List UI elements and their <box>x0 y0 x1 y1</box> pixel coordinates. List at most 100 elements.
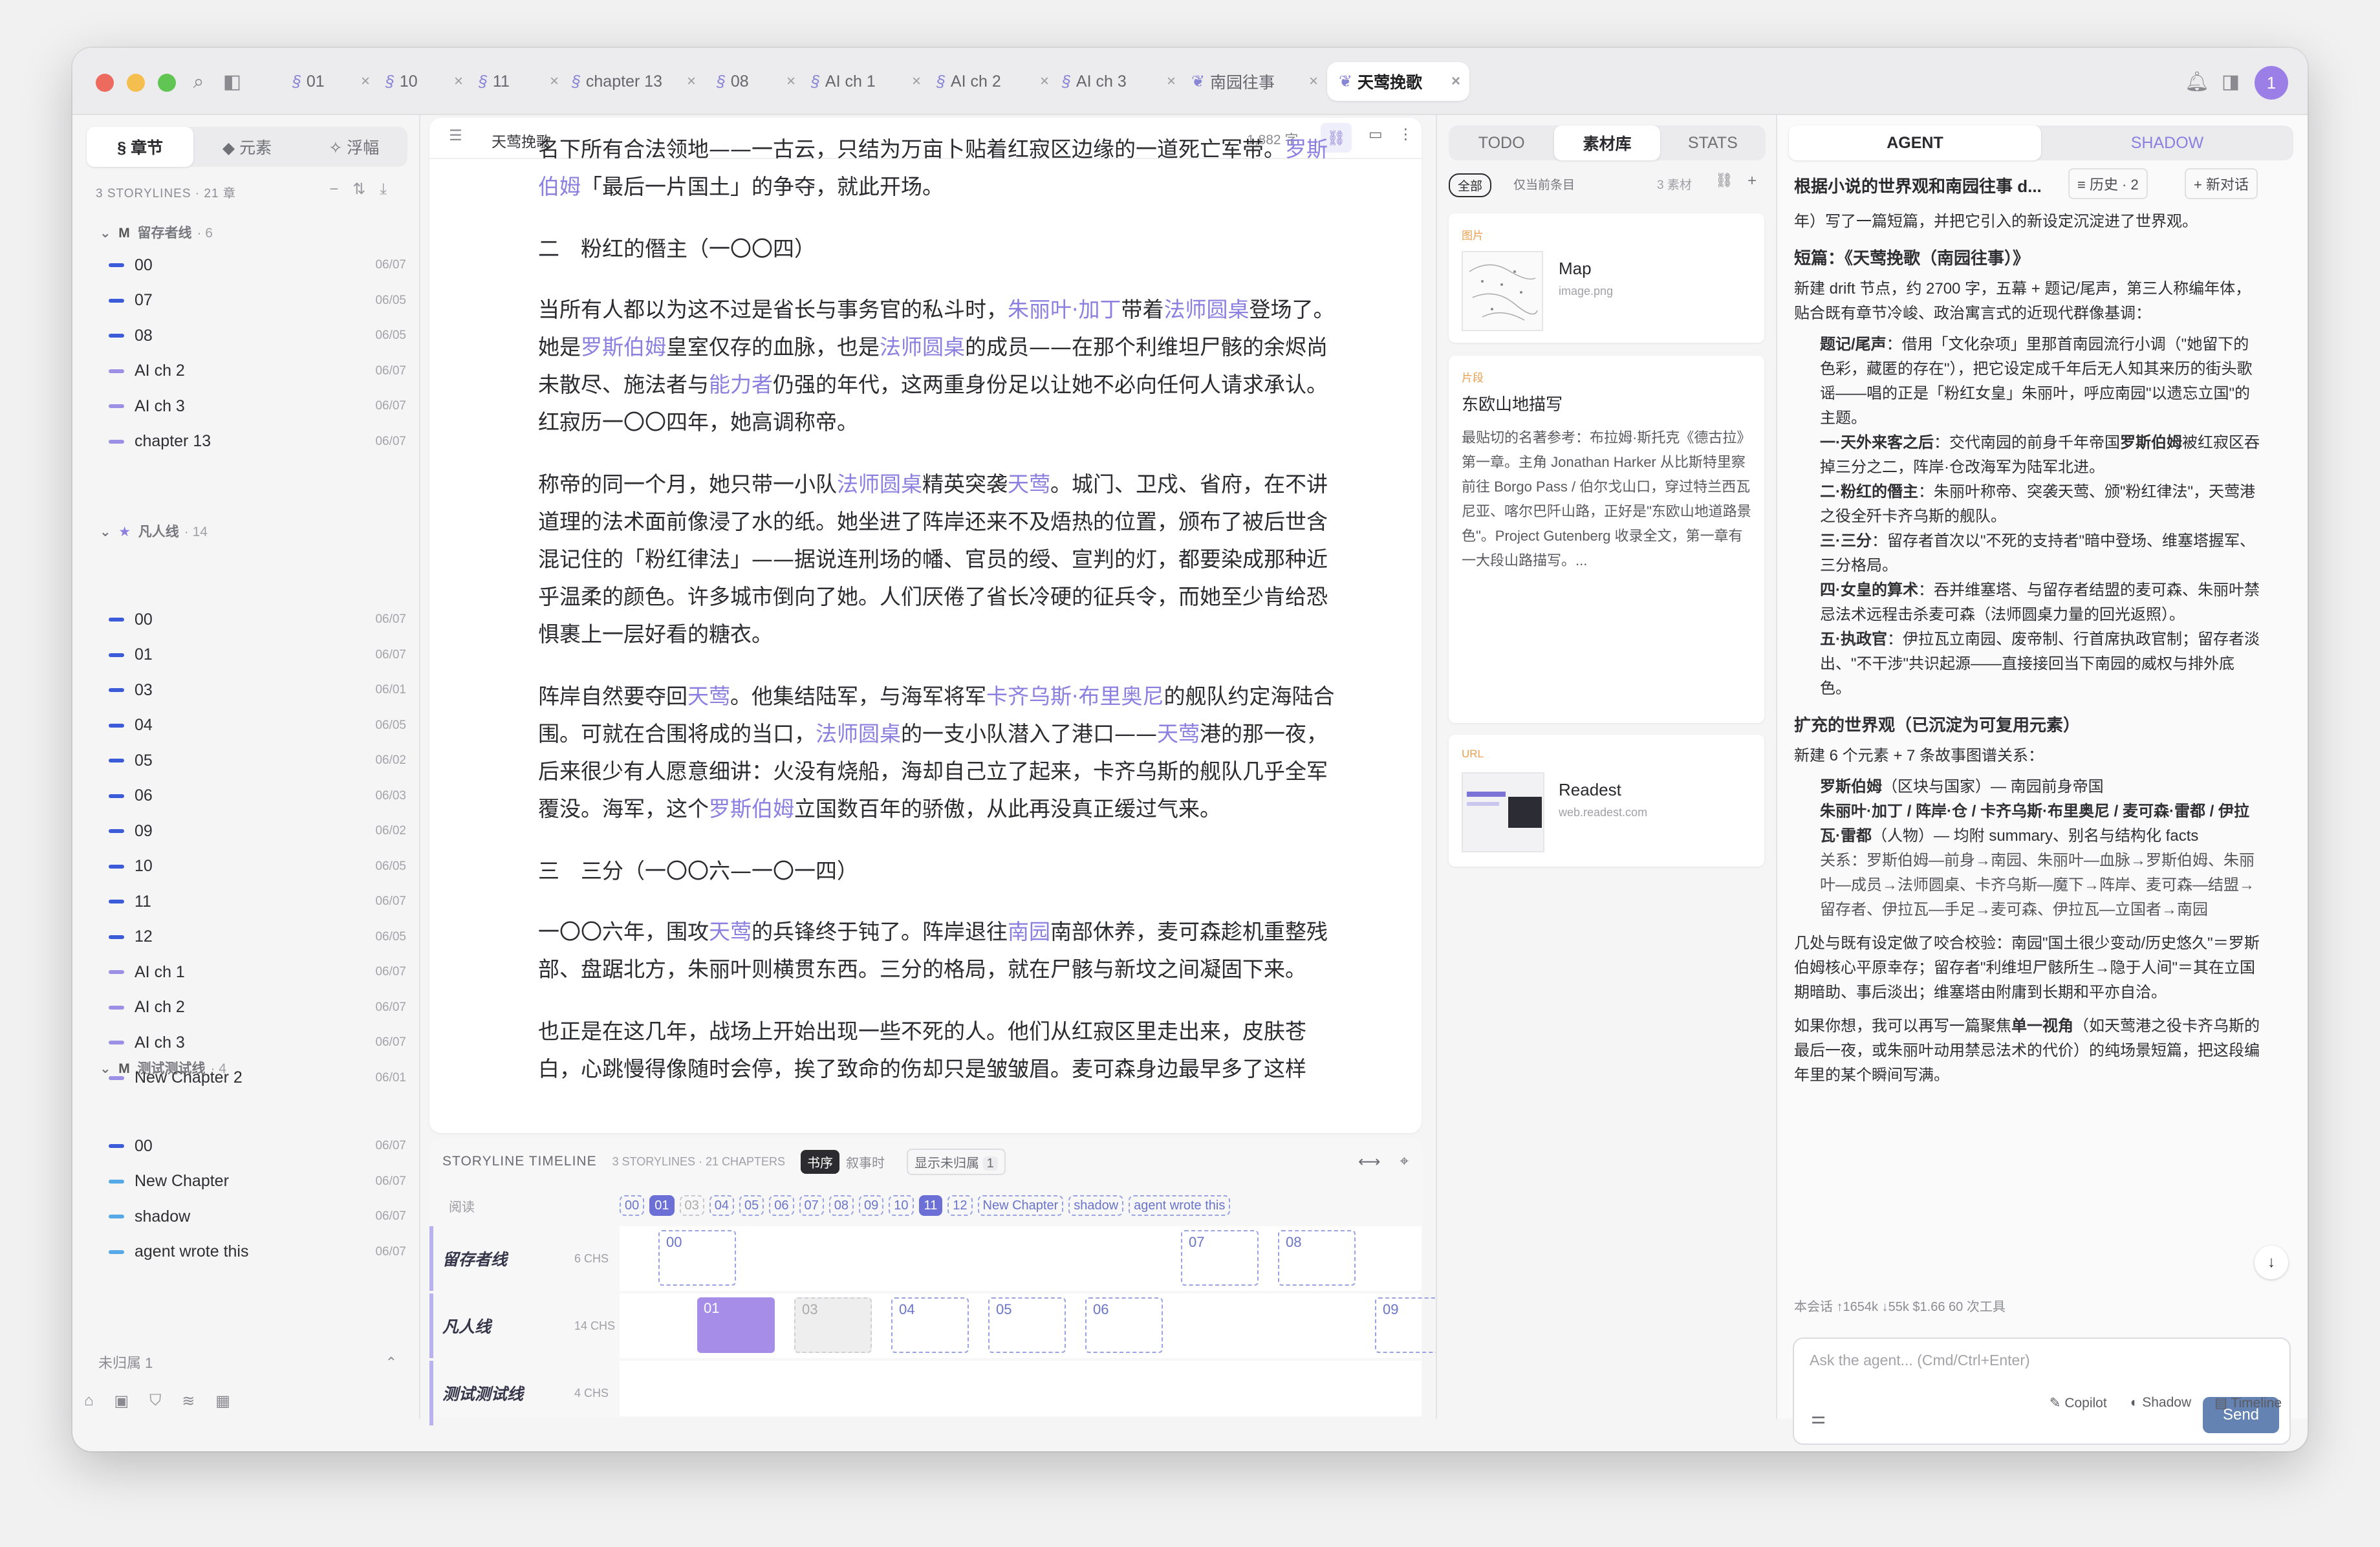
agent-input[interactable]: Ask the agent... (Cmd/Ctrl+Enter) ⚌ Send <box>1793 1337 2291 1445</box>
chapter-chip[interactable]: 03 <box>679 1195 704 1216</box>
chapter-list-item[interactable]: 00 06/07 <box>109 604 406 635</box>
settings-sliders-icon[interactable]: ⚌ <box>1811 1408 1826 1428</box>
chapter-chip[interactable]: shadow <box>1068 1195 1124 1216</box>
link-icon[interactable]: ⛓ <box>1715 172 1733 189</box>
new-chat-button[interactable]: + 新对话 <box>2185 168 2258 199</box>
timeline-block[interactable]: 04 <box>891 1297 969 1353</box>
storyline-group[interactable]: ⌄ M 留存者线 · 6 <box>100 222 213 242</box>
add-icon[interactable]: + <box>1747 172 1757 190</box>
timeline-block[interactable]: 07 <box>1181 1230 1259 1286</box>
material-card[interactable]: 片段 东欧山地描写 最贴切的名著参考：布拉姆·斯托克《德古拉》第一章。主角 Jo… <box>1449 356 1764 723</box>
scroll-down-button[interactable]: ↓ <box>2255 1246 2288 1279</box>
chapter-list-item[interactable]: 01 06/07 <box>109 640 406 671</box>
tab[interactable]: § 11 × <box>479 62 559 101</box>
chapter-chip[interactable]: 09 <box>859 1195 884 1216</box>
grid-icon[interactable]: ▦ <box>215 1392 230 1411</box>
tab-shadow[interactable]: SHADOW <box>2041 125 2293 160</box>
panel-toggle-icon[interactable]: ◨ <box>2216 67 2245 97</box>
chapter-list-item[interactable]: AI ch 2 06/07 <box>109 992 406 1023</box>
tab[interactable]: § AI ch 2 × <box>936 62 1049 101</box>
chapter-list-item[interactable]: 00 06/07 <box>109 250 406 281</box>
tab-agent[interactable]: AGENT <box>1789 125 2041 160</box>
chapter-list-item[interactable]: New Chapter 06/07 <box>109 1166 406 1197</box>
tab[interactable]: § chapter 13 × <box>572 62 696 101</box>
chapter-chip[interactable]: 04 <box>709 1195 734 1216</box>
shield-icon[interactable]: ⛉ <box>149 1392 161 1410</box>
chapter-chip[interactable]: New Chapter <box>977 1195 1064 1216</box>
close-tab-icon[interactable]: × <box>687 72 696 91</box>
layers-icon[interactable]: ≋ <box>182 1392 195 1411</box>
chapter-list-item[interactable]: AI ch 3 06/07 <box>109 1027 406 1058</box>
sort-icon[interactable]: ⇅ <box>352 180 380 198</box>
close-tab-icon[interactable]: × <box>361 72 370 91</box>
chapter-chip[interactable]: 05 <box>739 1195 764 1216</box>
chapter-chip[interactable]: 10 <box>889 1195 914 1216</box>
book-order-toggle[interactable]: 书序 <box>801 1149 840 1174</box>
chevron-down-icon[interactable]: ⌄ <box>100 226 111 241</box>
filter-current[interactable]: 仅当前条目 <box>1513 175 1575 193</box>
chapter-chip[interactable]: 06 <box>769 1195 794 1216</box>
expand-icon[interactable]: ⟷ <box>1358 1152 1380 1171</box>
tab-todo[interactable]: TODO <box>1449 125 1554 160</box>
chapter-list-item[interactable]: 10 06/05 <box>109 851 406 882</box>
tab[interactable]: § AI ch 1 × <box>811 62 921 101</box>
close-tab-icon[interactable]: × <box>1309 72 1318 91</box>
chapter-list-item[interactable]: 08 06/05 <box>109 320 406 351</box>
chapter-chip[interactable]: 01 <box>649 1195 675 1216</box>
tab[interactable]: § AI ch 3 × <box>1062 62 1176 101</box>
seg-chapters[interactable]: § 章节 <box>87 127 194 167</box>
chapter-chip[interactable]: 12 <box>947 1195 973 1216</box>
chapter-list-item[interactable]: 04 06/05 <box>109 710 406 741</box>
chapter-chip[interactable]: 11 <box>918 1195 943 1216</box>
storyline-group[interactable]: ⌄ ★ 凡人线 · 14 <box>100 521 208 541</box>
close-window-button[interactable] <box>96 74 114 92</box>
chapter-list-item[interactable]: AI ch 2 06/07 <box>109 356 406 387</box>
timeline-block[interactable]: 08 <box>1278 1230 1356 1286</box>
zoom-window-button[interactable] <box>158 74 176 92</box>
chapter-list-item[interactable]: shadow 06/07 <box>109 1201 406 1232</box>
close-tab-icon[interactable]: × <box>1040 72 1049 91</box>
show-unassigned-toggle[interactable]: 显示未归属 1 <box>907 1148 1006 1175</box>
close-tab-icon[interactable]: × <box>454 72 463 91</box>
chapter-chip[interactable]: 07 <box>799 1195 824 1216</box>
shadow-toggle[interactable]: ◐ Shadow <box>2130 1395 2191 1411</box>
chapter-list-item[interactable]: 03 06/01 <box>109 675 406 706</box>
seg-elements[interactable]: ◆ 元素 <box>193 127 300 167</box>
timeline-block[interactable]: 05 <box>988 1297 1066 1353</box>
material-card[interactable]: 图片 Map image.png <box>1449 213 1764 343</box>
bell-icon[interactable]: 🔔︎ <box>2182 67 2212 97</box>
chevron-down-icon[interactable]: ⌄ <box>100 1061 111 1076</box>
tab-materials[interactable]: 素材库 <box>1554 125 1660 160</box>
tab-active[interactable]: ❦ 天莺挽歌 × <box>1327 62 1469 101</box>
filter-all[interactable]: 全部 <box>1449 173 1492 197</box>
avatar[interactable]: 1 <box>2255 66 2288 100</box>
timeline-block[interactable]: 03 <box>794 1297 872 1353</box>
chapter-list-item[interactable]: agent wrote this 06/07 <box>109 1237 406 1268</box>
copilot-toggle[interactable]: ✎ Copilot <box>2050 1395 2107 1411</box>
tab[interactable]: § 08 × <box>717 62 795 101</box>
home-icon[interactable]: ⌂ <box>84 1392 94 1410</box>
chapter-list-item[interactable]: chapter 13 06/07 <box>109 426 406 457</box>
tab[interactable]: ❦ 南园往事 × <box>1191 62 1318 101</box>
chapter-list-item[interactable]: 11 06/07 <box>109 886 406 917</box>
more-icon[interactable]: ⋮ <box>1398 125 1413 143</box>
chapter-chip[interactable]: agent wrote this <box>1129 1195 1231 1216</box>
target-icon[interactable]: ⌖ <box>1400 1152 1409 1171</box>
tab[interactable]: § 10 × <box>385 62 463 101</box>
sidebar-toggle-icon[interactable]: ◧ <box>217 67 247 97</box>
download-icon[interactable]: ⤓ <box>380 180 401 198</box>
chapter-chip[interactable]: 00 <box>620 1195 645 1216</box>
chapter-list-item[interactable]: 06 06/03 <box>109 781 406 812</box>
minimize-window-button[interactable] <box>127 74 145 92</box>
chevron-down-icon[interactable]: ⌄ <box>100 525 111 539</box>
close-tab-icon[interactable]: × <box>550 72 559 91</box>
unassigned-section[interactable]: 未归属 1 <box>98 1352 153 1372</box>
close-tab-icon[interactable]: × <box>1167 72 1176 91</box>
chapter-list-item[interactable]: 09 06/02 <box>109 816 406 847</box>
material-card[interactable]: URL Readest web.readest.com <box>1449 735 1764 867</box>
outline-icon[interactable]: ☰ <box>449 127 462 144</box>
history-button[interactable]: ≡ 历史 · 2 <box>2068 168 2148 199</box>
tab-stats[interactable]: STATS <box>1660 125 1766 160</box>
book-icon[interactable]: ▣ <box>114 1392 129 1411</box>
storyline-group[interactable]: ⌄ M 测试测试线 · 4 <box>100 1058 226 1077</box>
